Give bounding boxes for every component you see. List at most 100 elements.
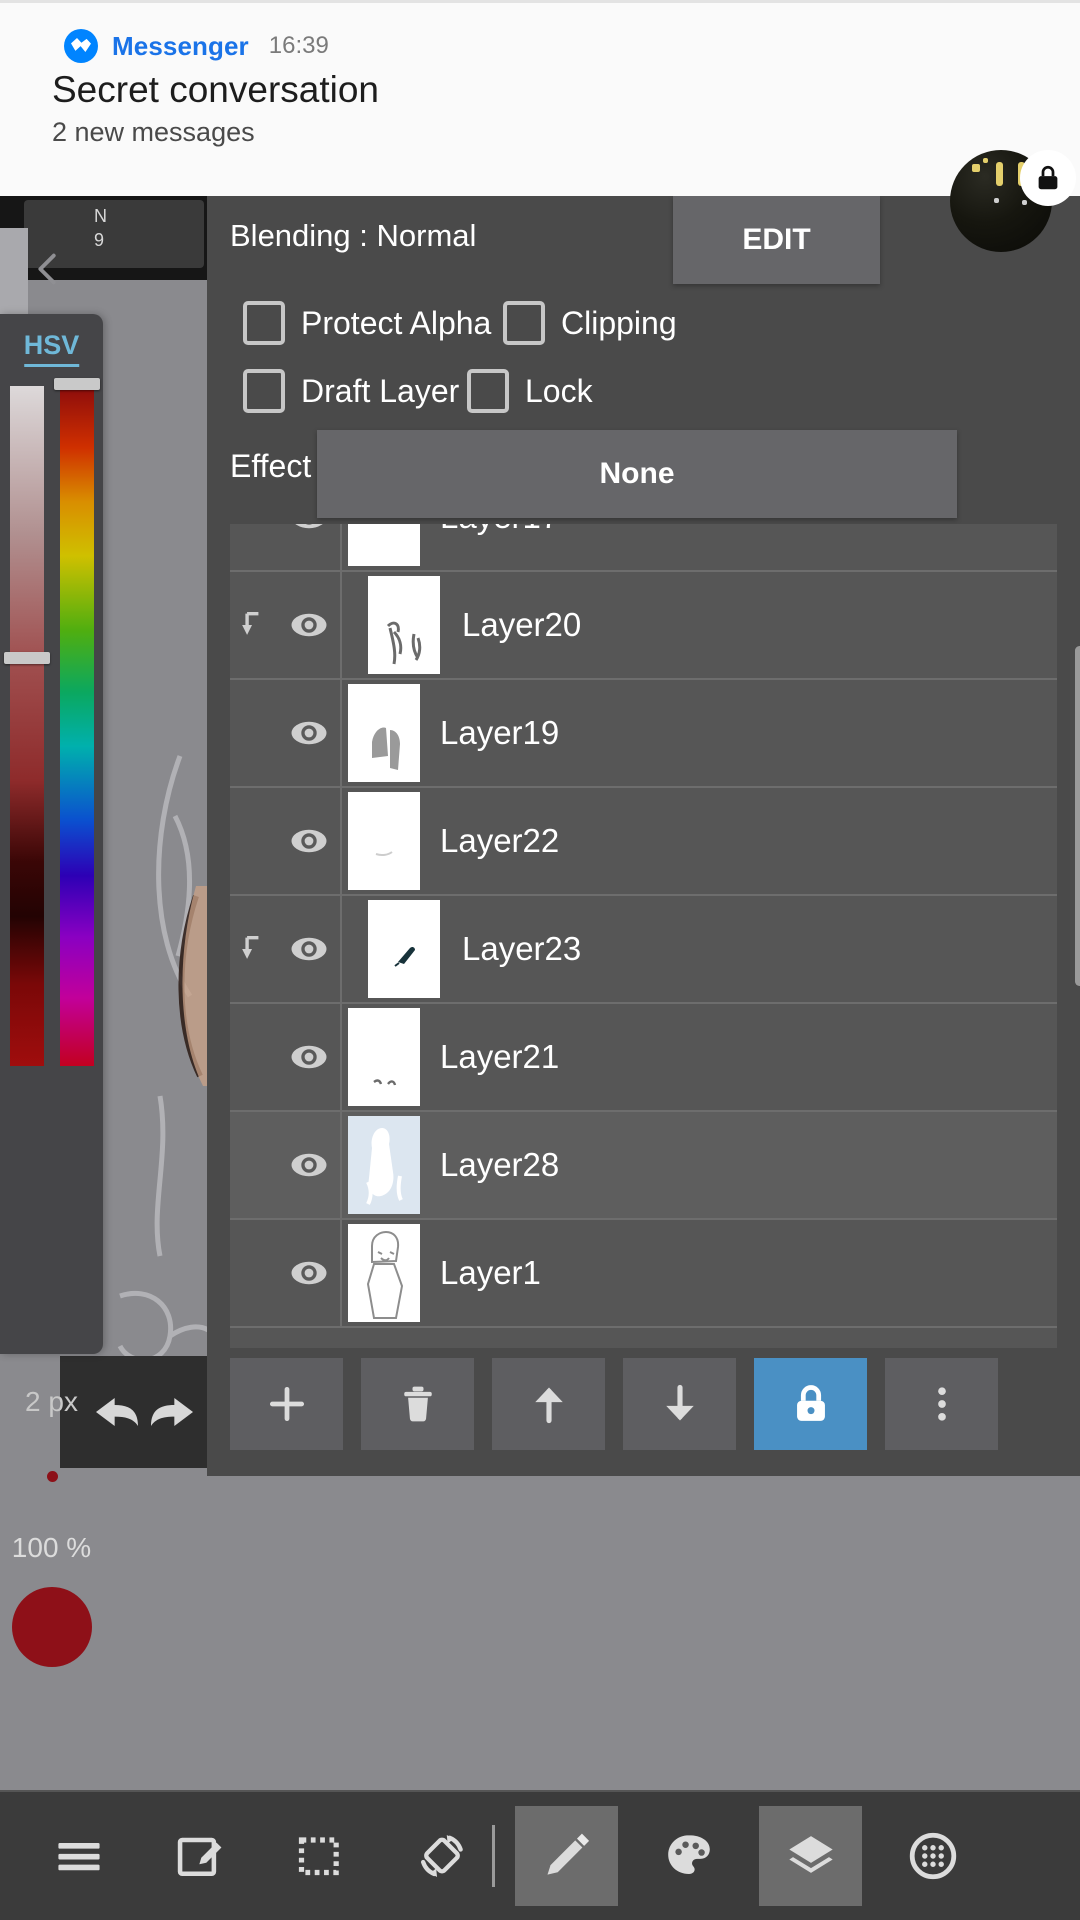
svg-text:9: 9 (94, 230, 104, 250)
checkbox-label: Lock (525, 372, 593, 409)
checkbox-draft-layer[interactable]: Draft Layer (243, 369, 459, 413)
more-options-button[interactable] (885, 1358, 998, 1450)
checkbox-label: Draft Layer (301, 372, 460, 409)
effect-label: Effect (230, 448, 312, 484)
checkbox-box[interactable] (243, 301, 285, 345)
hue-slider[interactable] (60, 386, 94, 1066)
layer-row[interactable]: Layer20 (230, 572, 1057, 680)
blending-label[interactable]: Blending : Normal (230, 218, 476, 254)
layer-row-divider (340, 524, 342, 572)
layer-name[interactable]: Layer19 (440, 714, 559, 752)
pencil-icon (547, 1833, 589, 1875)
layer-thumbnail[interactable] (348, 524, 420, 566)
nav-item-more[interactable] (882, 1791, 983, 1920)
layer-visibility-icon[interactable] (288, 1144, 330, 1186)
layer-visibility-icon[interactable] (288, 928, 330, 970)
move-up-button[interactable] (492, 1358, 605, 1450)
checkbox-label: Protect Alpha (301, 304, 492, 341)
layer-name[interactable]: Layer22 (440, 822, 559, 860)
layer-name[interactable]: Layer23 (462, 930, 581, 968)
layer-thumbnail[interactable] (348, 1224, 420, 1322)
notification-time: 16:39 (268, 32, 329, 59)
layer-visibility-icon[interactable] (288, 604, 330, 646)
checkbox-protect-alpha[interactable]: Protect Alpha (243, 301, 491, 345)
add-layer-button[interactable] (230, 1358, 343, 1450)
layer-panel[interactable]: Blending : Normal EDIT Protect Alpha Cli… (207, 196, 1080, 1476)
nav-item-selection[interactable] (270, 1791, 371, 1920)
bottom-toolbar (0, 1790, 1080, 1920)
chevron-left-icon[interactable] (25, 246, 71, 292)
checkbox-clipping[interactable]: Clipping (503, 301, 677, 345)
layer-row[interactable]: Layer23 (230, 896, 1057, 1004)
opacity-label: 100 % (11, 1532, 92, 1563)
saturation-value-slider[interactable] (10, 386, 44, 1066)
blending-row[interactable]: Blending : Normal EDIT (207, 196, 1080, 288)
arrow-up-icon (534, 1387, 563, 1424)
menu-icon (57, 1843, 100, 1871)
hue-slider-thumb[interactable] (54, 378, 100, 390)
layer-row[interactable]: Layer19 (230, 680, 1057, 788)
layer-name[interactable]: Layer17 (440, 524, 559, 536)
nav-item-edit[interactable] (149, 1791, 250, 1920)
lock-layer-button[interactable] (754, 1358, 867, 1450)
layer-thumbnail[interactable] (348, 792, 420, 890)
clipping-arrow-icon (242, 935, 259, 959)
layer-visibility-icon[interactable] (288, 712, 330, 754)
delete-layer-button[interactable] (361, 1358, 474, 1450)
toolbar-divider (492, 1825, 495, 1887)
svg-text:N: N (94, 206, 107, 226)
notification-app-name: Messenger (112, 30, 249, 61)
layer-thumbnail[interactable] (368, 576, 440, 674)
effect-select[interactable]: None (317, 430, 957, 518)
brush-preview-dot (47, 1471, 58, 1482)
rotate-icon (420, 1834, 463, 1878)
layer-visibility-icon[interactable] (288, 1036, 330, 1078)
nav-item-rotate[interactable] (391, 1791, 492, 1920)
palette-icon (667, 1835, 710, 1874)
layer-row-divider (340, 1112, 342, 1220)
layer-row[interactable]: Layer22 (230, 788, 1057, 896)
layer-list[interactable]: Layer17 Layer20 Layer19 Layer22 Layer23 Layer… (230, 524, 1057, 1348)
checkbox-box[interactable] (467, 369, 509, 413)
layer-thumbnail[interactable] (348, 1116, 420, 1214)
nav-item-brush[interactable] (515, 1806, 618, 1906)
layer-name[interactable]: Layer21 (440, 1038, 559, 1076)
move-down-button[interactable] (623, 1358, 736, 1450)
layer-row[interactable]: Layer17 (230, 524, 1057, 572)
lock-icon (796, 1385, 825, 1421)
checkbox-lock[interactable]: Lock (467, 369, 593, 413)
layer-name[interactable]: Layer28 (440, 1146, 559, 1184)
messenger-icon (64, 29, 98, 63)
layer-list-scrollbar[interactable] (1073, 196, 1080, 1020)
hsv-mode-label[interactable]: HSV (23, 330, 80, 367)
layer-row[interactable]: Layer21 (230, 1004, 1057, 1112)
checkbox-box[interactable] (503, 301, 545, 345)
edit-button[interactable]: EDIT (673, 196, 880, 284)
nav-item-menu[interactable] (28, 1791, 129, 1920)
nav-item-layers[interactable] (759, 1806, 862, 1906)
trash-icon (403, 1386, 432, 1422)
redo-button[interactable] (147, 1356, 207, 1468)
notification-subtitle: 2 new messages (52, 117, 255, 147)
layer-list-scrollbar-thumb[interactable] (1075, 646, 1080, 986)
layer-thumbnail[interactable] (368, 900, 440, 998)
layer-row-divider (340, 572, 342, 680)
arrow-down-icon (665, 1384, 694, 1421)
layers-icon (788, 1836, 833, 1873)
layer-thumbnail[interactable] (348, 1008, 420, 1106)
saturation-slider-thumb[interactable] (4, 652, 50, 664)
layer-row[interactable]: Layer28 (230, 1112, 1057, 1220)
layer-name[interactable]: Layer20 (462, 606, 581, 644)
effect-row: Effect None (207, 424, 1080, 524)
layer-row[interactable]: Layer1 (230, 1220, 1057, 1328)
layer-visibility-icon[interactable] (288, 820, 330, 862)
layer-visibility-icon[interactable] (288, 524, 330, 538)
layer-row-divider (340, 896, 342, 1004)
current-color-swatch[interactable] (12, 1587, 92, 1667)
layer-name[interactable]: Layer1 (440, 1254, 541, 1292)
notification-banner[interactable]: Messenger 16:39 Secret conversation 2 ne… (0, 0, 1080, 196)
nav-item-palette[interactable] (638, 1791, 739, 1920)
layer-thumbnail[interactable] (348, 684, 420, 782)
checkbox-box[interactable] (243, 369, 285, 413)
layer-visibility-icon[interactable] (288, 1252, 330, 1294)
